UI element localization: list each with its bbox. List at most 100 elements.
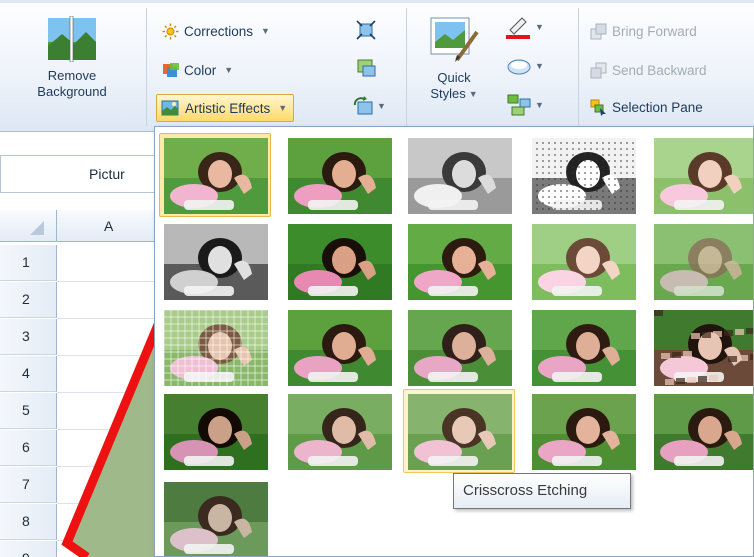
bring-forward-icon (590, 23, 607, 40)
picture-effects-icon (507, 59, 531, 75)
selection-pane-label: Selection Pane (612, 99, 703, 115)
row-number: 4 (22, 365, 30, 381)
row-number: 2 (22, 291, 30, 307)
effect-preview-image (164, 394, 268, 470)
row-header[interactable]: 2 (0, 282, 57, 318)
selection-pane-button[interactable]: Selection Pane (590, 96, 703, 118)
row-header[interactable]: 7 (0, 467, 57, 503)
effect-preview-image (288, 224, 392, 300)
effect-thumbnail[interactable] (159, 477, 271, 556)
name-box[interactable]: Pictur (0, 155, 158, 193)
effect-preview-image (654, 138, 753, 214)
row-number: 5 (22, 402, 30, 418)
artistic-effects-dropdown-arrow: ▼ (278, 103, 288, 113)
effect-preview-image (532, 394, 636, 470)
row-number: 6 (22, 439, 30, 455)
effect-thumbnail[interactable] (403, 389, 515, 473)
corrections-button[interactable]: Corrections ▼ (162, 20, 270, 42)
effect-preview-image (164, 310, 268, 386)
picture-border-button[interactable]: ▼ (504, 14, 554, 40)
color-label: Color (184, 62, 217, 78)
column-header-a[interactable]: A (104, 218, 113, 234)
quick-styles-label-1: Quick (437, 70, 471, 85)
effect-thumbnail[interactable] (159, 305, 271, 389)
effect-thumbnail[interactable] (403, 305, 515, 389)
effect-thumbnail[interactable] (527, 305, 639, 389)
row-number: 8 (22, 513, 30, 529)
effect-preview-image (164, 224, 268, 300)
picture-layout-icon (507, 94, 531, 116)
effect-thumbnail[interactable] (159, 133, 271, 217)
picture-layout-dropdown-arrow: ▼ (535, 100, 544, 110)
row-header[interactable]: 1 (0, 245, 57, 281)
effect-preview-image (532, 224, 636, 300)
bring-forward-button[interactable]: Bring Forward (590, 20, 697, 42)
effect-preview-image (408, 224, 512, 300)
effect-preview-image (408, 310, 512, 386)
compress-pictures-button[interactable] (356, 20, 376, 40)
row-header[interactable]: 9 (0, 541, 57, 557)
effect-preview-image (288, 310, 392, 386)
picture-layout-button[interactable]: ▼ (506, 92, 556, 118)
artistic-effects-button[interactable]: Artistic Effects ▼ (156, 94, 295, 122)
picture-effects-button[interactable]: ▼ (506, 54, 556, 78)
effect-thumbnail[interactable] (283, 133, 395, 217)
row-gridline (57, 281, 160, 282)
effect-tooltip: Crisscross Etching (453, 473, 631, 509)
picture-tools-ribbon: Remove Background Corrections ▼ Color ▼ Ar… (0, 0, 754, 132)
compress-pictures-icon (356, 20, 376, 40)
remove-background-button[interactable]: Remove Background (6, 10, 138, 126)
effect-preview-image (288, 138, 392, 214)
effect-preview-image (532, 310, 636, 386)
remove-background-icon (48, 16, 96, 62)
effect-thumbnail[interactable] (403, 219, 515, 303)
effect-preview-image (654, 310, 753, 386)
color-button[interactable]: Color ▼ (162, 59, 233, 81)
effect-thumbnail[interactable] (527, 389, 639, 473)
quick-styles-button[interactable]: Quick Styles ▼ (418, 8, 490, 126)
artistic-effects-icon (161, 99, 180, 118)
effect-thumbnail[interactable] (159, 219, 271, 303)
ribbon-separator (146, 8, 147, 126)
change-picture-button[interactable] (356, 58, 376, 78)
row-header[interactable]: 6 (0, 430, 57, 466)
effect-thumbnail[interactable] (159, 389, 271, 473)
effect-thumbnail[interactable] (403, 133, 515, 217)
quick-styles-icon (430, 17, 479, 62)
picture-border-icon (506, 17, 530, 39)
reset-picture-button[interactable]: ▼ (352, 95, 392, 117)
row-header[interactable]: 4 (0, 356, 57, 392)
select-all-corner[interactable] (0, 210, 57, 242)
row-header[interactable]: 3 (0, 319, 57, 355)
remove-background-label-2: Background (37, 84, 107, 99)
effect-thumbnail[interactable] (527, 133, 639, 217)
effect-thumbnail[interactable] (649, 305, 753, 389)
effect-thumbnail[interactable] (649, 133, 753, 217)
row-header[interactable]: 5 (0, 393, 57, 429)
artistic-effects-label: Artistic Effects (185, 100, 271, 116)
effect-thumbnail[interactable] (649, 389, 753, 473)
effect-thumbnail[interactable] (283, 305, 395, 389)
effect-thumbnail[interactable] (649, 219, 753, 303)
ribbon-separator (578, 8, 579, 126)
sun-corrections-icon (162, 23, 179, 40)
ribbon-separator (406, 8, 407, 126)
effect-preview-image (288, 394, 392, 470)
row-header[interactable]: 8 (0, 504, 57, 540)
send-backward-label: Send Backward (612, 62, 707, 78)
effect-thumbnail[interactable] (527, 219, 639, 303)
send-backward-button[interactable]: Send Backward (590, 59, 707, 81)
select-all-triangle-icon (30, 221, 44, 235)
effect-preview-image (532, 138, 636, 214)
effect-preview-image (164, 138, 268, 214)
effect-preview-image (164, 482, 268, 556)
picture-shape-on-sheet[interactable] (57, 300, 160, 557)
effect-preview-image (654, 224, 753, 300)
ribbon-top-edge (0, 0, 754, 3)
effect-thumbnail[interactable] (283, 389, 395, 473)
quick-styles-dropdown-arrow: ▼ (468, 89, 478, 99)
picture-effects-dropdown-arrow: ▼ (535, 61, 544, 71)
effect-preview-image (654, 394, 753, 470)
color-palette-icon (162, 62, 179, 79)
effect-thumbnail[interactable] (283, 219, 395, 303)
